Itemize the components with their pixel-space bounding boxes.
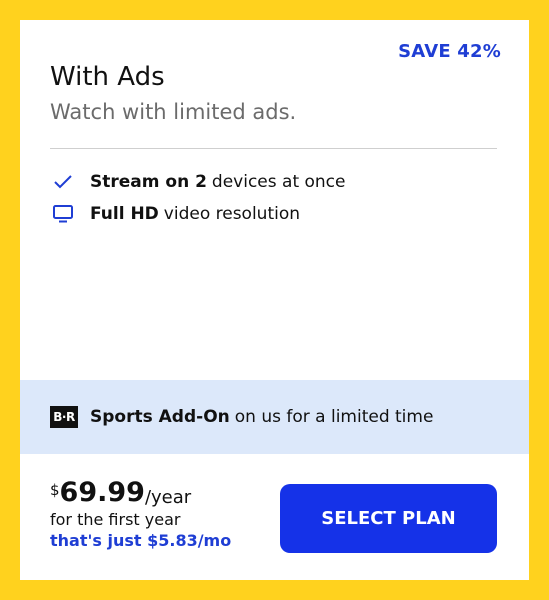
feature-bold: Stream on 2 bbox=[90, 172, 207, 192]
feature-text: video resolution bbox=[163, 204, 301, 224]
br-logo-icon: B·R bbox=[50, 406, 78, 428]
plan-subtitle: Watch with limited ads. bbox=[50, 100, 297, 124]
addon-rest: on us for a limited time bbox=[234, 407, 434, 427]
addon-bold: Sports Add-On bbox=[90, 407, 230, 427]
monitor-icon bbox=[50, 201, 76, 227]
sports-addon-banner: B·R Sports Add-On on us for a limited tim… bbox=[20, 380, 529, 454]
divider bbox=[50, 148, 497, 149]
save-badge: SAVE 42% bbox=[398, 41, 501, 62]
price-currency: $ bbox=[50, 481, 60, 499]
price-term: for the first year bbox=[50, 510, 181, 529]
feature-bold: Full HD bbox=[90, 204, 159, 224]
price-amount: 69.99 bbox=[59, 477, 145, 508]
feature-text: devices at once bbox=[211, 172, 346, 192]
addon-text: Sports Add-On on us for a limited time bbox=[90, 407, 433, 427]
price-block: $ 69.99 /year for the first year that's … bbox=[50, 477, 232, 551]
plan-card: SAVE 42% With Ads Watch with limited ads… bbox=[20, 20, 529, 580]
feature-item-streams: Stream on 2 devices at once bbox=[50, 166, 346, 198]
price-monthly: that's just $5.83/mo bbox=[50, 531, 232, 550]
feature-item-resolution: Full HD video resolution bbox=[50, 198, 346, 230]
price-row: $ 69.99 /year bbox=[50, 477, 231, 509]
feature-list: Stream on 2 devices at once Full HD vide… bbox=[50, 166, 346, 230]
price-period: /year bbox=[144, 487, 192, 508]
plan-title: With Ads bbox=[50, 62, 165, 92]
checkmark-icon bbox=[50, 169, 76, 195]
select-plan-button[interactable]: SELECT PLAN bbox=[280, 484, 497, 553]
